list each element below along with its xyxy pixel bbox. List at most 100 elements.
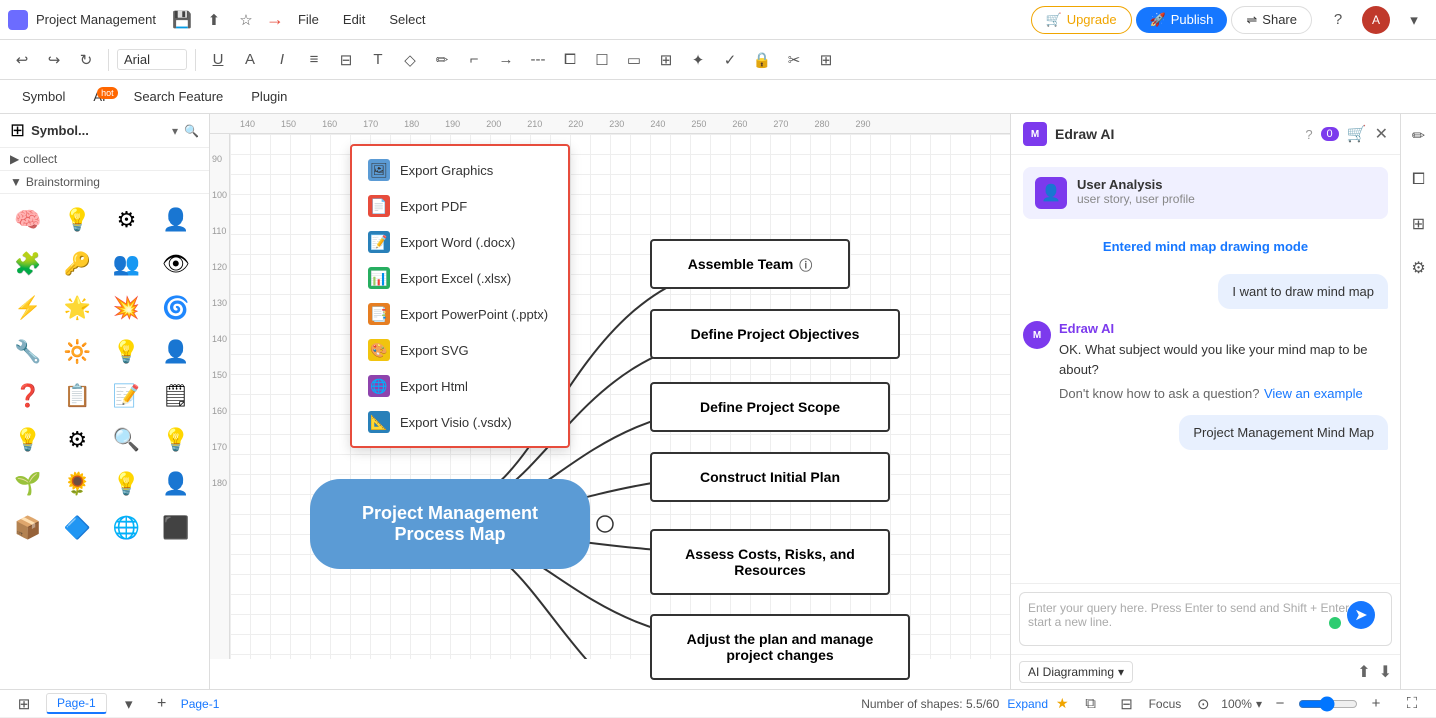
text-button[interactable]: T <box>364 46 392 74</box>
menu-file[interactable]: File <box>288 8 329 31</box>
menu-edit[interactable]: Edit <box>333 8 375 31</box>
list-item[interactable]: ⚡ <box>8 288 48 328</box>
list-item[interactable]: 💥 <box>107 288 147 328</box>
node-adjust-plan[interactable]: Adjust the plan and manage project chang… <box>650 614 910 680</box>
submenu-search[interactable]: Search Feature <box>120 85 238 108</box>
ai-mode-selector[interactable]: AI Diagramming ▾ <box>1019 661 1133 683</box>
list-item[interactable]: 👁 <box>156 244 196 284</box>
dash-button[interactable]: --- <box>524 46 552 74</box>
list-item[interactable]: 💡 <box>107 332 147 372</box>
underline-button[interactable]: U <box>204 46 232 74</box>
ai-suggestion-card[interactable]: 👤 User Analysis user story, user profile <box>1023 167 1388 219</box>
info-icon[interactable]: ⓘ <box>799 255 812 274</box>
list-item[interactable]: 📦 <box>8 508 48 548</box>
ai-download-icon[interactable]: ⬇ <box>1379 662 1392 682</box>
unlink-button[interactable]: ✂ <box>780 46 808 74</box>
redo2-button[interactable]: ↻ <box>72 46 100 74</box>
list-item[interactable]: 👤 <box>156 464 196 504</box>
italic-button[interactable]: I <box>268 46 296 74</box>
right-shape-icon[interactable]: ⧠ <box>1405 166 1433 194</box>
list-item[interactable]: 🌟 <box>57 288 97 328</box>
canvas-area[interactable]: 140 150 160 170 180 190 200 210 220 230 … <box>210 114 1010 689</box>
shape2-button[interactable]: ☐ <box>588 46 616 74</box>
list-item[interactable]: 🗒 <box>156 376 196 416</box>
expand-link[interactable]: Expand <box>1007 697 1048 711</box>
zoom-out-button[interactable]: − <box>1266 690 1294 718</box>
redo-button[interactable]: ↪ <box>40 46 68 74</box>
account-dropdown-icon[interactable]: ▾ <box>1400 6 1428 34</box>
star-button[interactable]: ☆ <box>232 6 260 34</box>
list-item[interactable]: 💡 <box>107 464 147 504</box>
list-item[interactable]: 👥 <box>107 244 147 284</box>
page-dropdown-icon[interactable]: ▾ <box>115 690 143 718</box>
right-settings-icon[interactable]: ⚙ <box>1405 254 1433 282</box>
add-page-button[interactable]: + <box>151 693 173 715</box>
list-button[interactable]: ⊟ <box>332 46 360 74</box>
export-excel-item[interactable]: 📊 Export Excel (.xlsx) <box>352 260 568 296</box>
list-item[interactable]: ⚙ <box>57 420 97 460</box>
ai-send-button[interactable]: ➤ <box>1347 601 1375 629</box>
list-item[interactable]: 🌱 <box>8 464 48 504</box>
font-selector[interactable] <box>117 49 187 70</box>
central-node[interactable]: Project Management Process Map <box>310 479 590 569</box>
page-tab-label[interactable]: Page-1 <box>181 697 220 711</box>
list-item[interactable]: 🔷 <box>57 508 97 548</box>
node-define-scope[interactable]: Define Project Scope <box>650 382 890 432</box>
list-item[interactable]: 🌻 <box>57 464 97 504</box>
undo-button[interactable]: ↩ <box>8 46 36 74</box>
text-color-button[interactable]: A <box>236 46 264 74</box>
ai-cart-icon[interactable]: 🛒 <box>1347 124 1367 144</box>
sidebar-brainstorm-section[interactable]: ▼ Brainstorming <box>0 171 209 194</box>
right-edit-icon[interactable]: ✏ <box>1405 122 1433 150</box>
export-button[interactable]: ⬆ <box>200 6 228 34</box>
shape4-button[interactable]: ⊞ <box>652 46 680 74</box>
zoom-slider[interactable] <box>1298 696 1358 712</box>
ai-input-box[interactable]: Enter your query here. Press Enter to se… <box>1019 592 1392 646</box>
export-graphics-item[interactable]: 🖼 Export Graphics <box>352 152 568 188</box>
export-pptx-item[interactable]: 📑 Export PowerPoint (.pptx) <box>352 296 568 332</box>
list-item[interactable]: ⚙ <box>107 200 147 240</box>
publish-button[interactable]: 🚀 Publish <box>1136 7 1228 33</box>
focus-button[interactable]: Focus <box>1149 697 1182 711</box>
list-item[interactable]: 🌐 <box>107 508 147 548</box>
sidebar-search-icon[interactable]: 🔍 <box>184 124 199 138</box>
submenu-ai[interactable]: AI hot <box>79 85 119 108</box>
ai-close-icon[interactable]: ✕ <box>1375 124 1388 144</box>
node-construct-plan[interactable]: Construct Initial Plan <box>650 452 890 502</box>
list-item[interactable]: 🔍 <box>107 420 147 460</box>
page-tab-1[interactable]: Page-1 <box>46 693 107 714</box>
list-item[interactable]: 🔧 <box>8 332 48 372</box>
arrange-icon[interactable]: ⊟ <box>1113 690 1141 718</box>
menu-select[interactable]: Select <box>379 8 435 31</box>
node-define-objectives[interactable]: Define Project Objectives <box>650 309 900 359</box>
ai-help-icon[interactable]: ? <box>1305 127 1312 142</box>
help-icon[interactable]: ? <box>1324 6 1352 34</box>
zoom-dropdown-icon[interactable]: ▾ <box>1256 697 1262 711</box>
list-item[interactable]: 🔑 <box>57 244 97 284</box>
list-item[interactable]: 📋 <box>57 376 97 416</box>
export-svg-item[interactable]: 🎨 Export SVG <box>352 332 568 368</box>
view-example-link[interactable]: View an example <box>1264 386 1363 401</box>
avatar[interactable]: A <box>1362 6 1390 34</box>
list-item[interactable]: 👤 <box>156 332 196 372</box>
export-visio-item[interactable]: 📐 Export Visio (.vsdx) <box>352 404 568 440</box>
pen-button[interactable]: ✏ <box>428 46 456 74</box>
lock-button[interactable]: 🔒 <box>748 46 776 74</box>
list-item[interactable]: 🧠 <box>8 200 48 240</box>
list-item[interactable]: 🌀 <box>156 288 196 328</box>
sparkle-button[interactable]: ✦ <box>684 46 712 74</box>
shape3-button[interactable]: ▭ <box>620 46 648 74</box>
grid-button[interactable]: ⊞ <box>812 46 840 74</box>
fill-button[interactable]: ◇ <box>396 46 424 74</box>
share-button[interactable]: ⇌ Share <box>1231 6 1312 34</box>
canvas-grid[interactable]: 90 100 110 120 130 140 150 160 170 180 <box>230 134 1010 659</box>
list-item[interactable]: 👤 <box>156 200 196 240</box>
node-assess-costs[interactable]: Assess Costs, Risks, and Resources <box>650 529 890 595</box>
check-button[interactable]: ✓ <box>716 46 744 74</box>
node-assemble-team[interactable]: Assemble Team ⓘ <box>650 239 850 289</box>
list-item[interactable]: 💡 <box>156 420 196 460</box>
align-button[interactable]: ≡ <box>300 46 328 74</box>
list-item[interactable]: ⬛ <box>156 508 196 548</box>
line-button[interactable]: ⌐ <box>460 46 488 74</box>
submenu-plugin[interactable]: Plugin <box>237 85 301 108</box>
